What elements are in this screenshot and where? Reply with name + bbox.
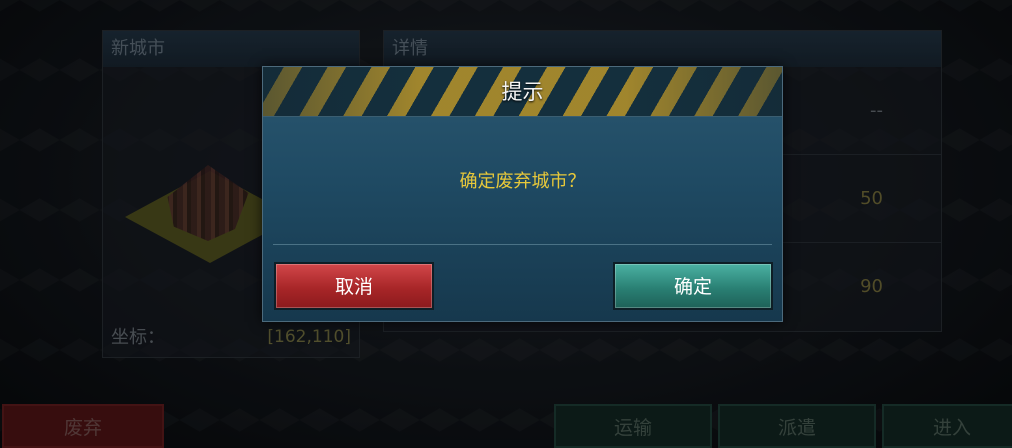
- cancel-button[interactable]: 取消: [274, 262, 434, 310]
- dialog-divider: [273, 244, 772, 245]
- hazard-stripe-header: 提示: [263, 67, 782, 117]
- dialog-title: 提示: [501, 80, 544, 104]
- dialog-message: 确定废弃城市？: [459, 171, 586, 192]
- confirm-button[interactable]: 确定: [613, 262, 773, 310]
- confirm-dialog: 提示 确定废弃城市？ 取消 确定: [262, 66, 783, 322]
